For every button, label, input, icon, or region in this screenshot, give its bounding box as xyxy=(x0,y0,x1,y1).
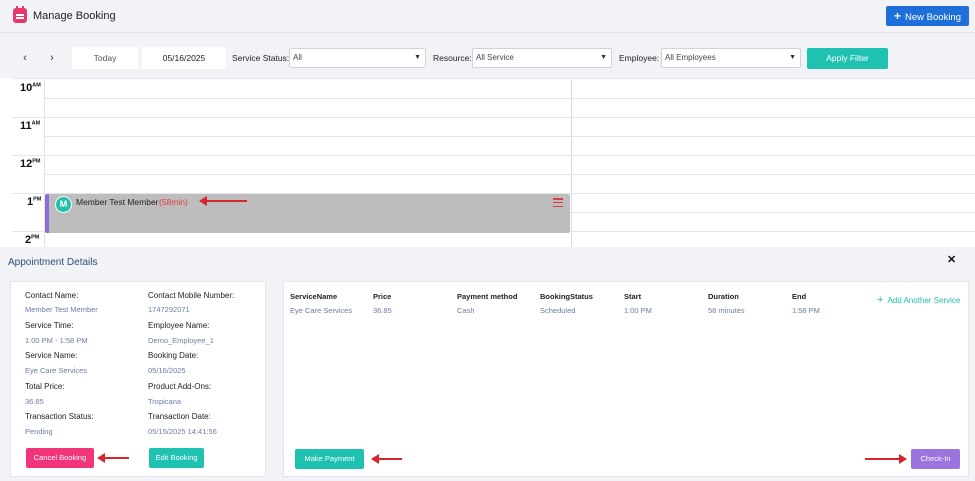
column-header: Start xyxy=(624,292,642,301)
hour-label: 11AM xyxy=(20,120,41,132)
today-button[interactable]: Today xyxy=(72,47,138,69)
add-service-label: Add Another Service xyxy=(887,296,961,305)
column-header: Price xyxy=(373,292,392,301)
annotation-arrow-icon xyxy=(371,454,402,464)
employee-label: Employee: xyxy=(619,53,660,63)
half-hour-line xyxy=(45,136,975,137)
booking-event[interactable]: M Member Test Member (58min) xyxy=(45,194,570,233)
service-status-label: Service Status: xyxy=(232,53,290,63)
next-day-button[interactable]: › xyxy=(41,49,63,67)
total-price-label: Total Price: xyxy=(25,382,65,391)
chevron-down-icon: ▼ xyxy=(600,54,607,61)
transaction-status-value: Pending xyxy=(25,427,53,436)
transaction-date-value: 05/15/2025 14:41:56 xyxy=(148,427,217,436)
hour-line xyxy=(12,155,975,156)
chevron-down-icon: ▼ xyxy=(414,54,421,61)
total-price-value: 36.85 xyxy=(25,397,44,406)
chevron-down-icon: ▼ xyxy=(789,54,796,61)
transaction-status-label: Transaction Status: xyxy=(25,412,94,421)
hour-label: 10AM xyxy=(20,82,41,94)
hour-label: 1PM xyxy=(27,196,42,208)
new-booking-label: New Booking xyxy=(905,12,961,23)
booking-date-value: 05/16/2025 xyxy=(148,366,186,375)
event-member-name: Member Test Member xyxy=(76,197,159,207)
employee-select[interactable]: All Employees ▼ xyxy=(661,48,801,68)
column-header: BookingStatus xyxy=(540,292,593,301)
make-payment-button[interactable]: Make Payment xyxy=(295,449,364,469)
column-divider xyxy=(571,79,572,247)
contact-name-label: Contact Name: xyxy=(25,291,79,300)
table-cell: Eye Care Services xyxy=(290,306,353,315)
annotation-arrow-icon xyxy=(865,454,907,464)
calendar-grid: 10AM 11AM 12PM 1PM 2PM M Member Test Mem… xyxy=(12,78,975,247)
transaction-date-label: Transaction Date: xyxy=(148,412,211,421)
add-another-service-link[interactable]: + Add Another Service xyxy=(877,294,960,306)
column-header: End xyxy=(792,292,807,301)
page-title: Manage Booking xyxy=(33,10,116,22)
table-cell: 1:58 PM xyxy=(792,306,820,315)
close-icon[interactable]: ✕ xyxy=(947,253,956,266)
plus-icon: + xyxy=(877,294,884,306)
table-cell: 1:00 PM xyxy=(624,306,652,315)
resource-select[interactable]: All Service ▼ xyxy=(472,48,612,68)
check-in-button[interactable]: Check-In xyxy=(911,449,960,469)
cancel-booking-button[interactable]: Cancel Booking xyxy=(26,448,94,468)
service-name-label: Service Name: xyxy=(25,351,78,360)
service-name-value: Eye Care Services xyxy=(25,366,88,375)
booking-info-card: Contact Name: Member Test Member Contact… xyxy=(10,281,266,477)
contact-mobile-label: Contact Mobile Number: xyxy=(148,291,235,300)
contact-mobile-value: 1747292071 xyxy=(148,305,190,314)
service-status-select[interactable]: All ▼ xyxy=(289,48,426,68)
apply-filter-button[interactable]: Apply Filter xyxy=(807,48,888,69)
half-hour-line xyxy=(45,174,975,175)
cash-register-icon xyxy=(13,6,27,23)
hamburger-menu-icon[interactable] xyxy=(553,198,563,208)
resource-label: Resource: xyxy=(433,53,472,63)
column-header: ServiceName xyxy=(290,292,338,301)
table-cell: 36.85 xyxy=(373,306,392,315)
prev-day-button[interactable]: ‹ xyxy=(14,49,36,67)
product-addons-label: Product Add-Ons: xyxy=(148,382,212,391)
service-time-label: Service Time: xyxy=(25,321,74,330)
table-cell: Scheduled xyxy=(540,306,576,315)
resource-value: All Service xyxy=(476,53,514,62)
event-duration: (58min) xyxy=(159,197,188,207)
avatar: M xyxy=(55,196,72,213)
service-time-value: 1:00 PM - 1:58 PM xyxy=(25,336,88,345)
employee-name-value: Demo_Employee_1 xyxy=(148,336,214,345)
employee-name-label: Employee Name: xyxy=(148,321,210,330)
employee-value: All Employees xyxy=(665,53,716,62)
plus-icon: + xyxy=(894,9,902,23)
edit-booking-button[interactable]: Edit Booking xyxy=(149,448,204,468)
table-cell: 58 minutes xyxy=(708,306,745,315)
hour-label: 2PM xyxy=(25,234,40,246)
booking-date-label: Booking Date: xyxy=(148,351,199,360)
new-booking-button[interactable]: + New Booking xyxy=(886,6,969,26)
service-table-card: ServiceName Price Payment method Booking… xyxy=(283,281,969,477)
contact-name-value: Member Test Member xyxy=(25,305,98,314)
date-picker[interactable]: 05/16/2025 xyxy=(142,47,226,69)
column-header: Duration xyxy=(708,292,739,301)
details-title: Appointment Details xyxy=(8,257,98,268)
half-hour-line xyxy=(45,98,975,99)
annotation-arrow-icon xyxy=(97,453,129,463)
annotation-arrow-icon xyxy=(199,196,247,206)
appointment-details-panel: Appointment Details ✕ Contact Name: Memb… xyxy=(0,247,975,481)
hour-line xyxy=(12,117,975,118)
table-cell: Cash xyxy=(457,306,475,315)
app-header: Manage Booking + New Booking xyxy=(0,0,975,33)
hour-label: 12PM xyxy=(20,158,41,170)
service-status-value: All xyxy=(293,53,302,62)
product-addons-value: Tropicana xyxy=(148,397,182,406)
column-header: Payment method xyxy=(457,292,518,301)
